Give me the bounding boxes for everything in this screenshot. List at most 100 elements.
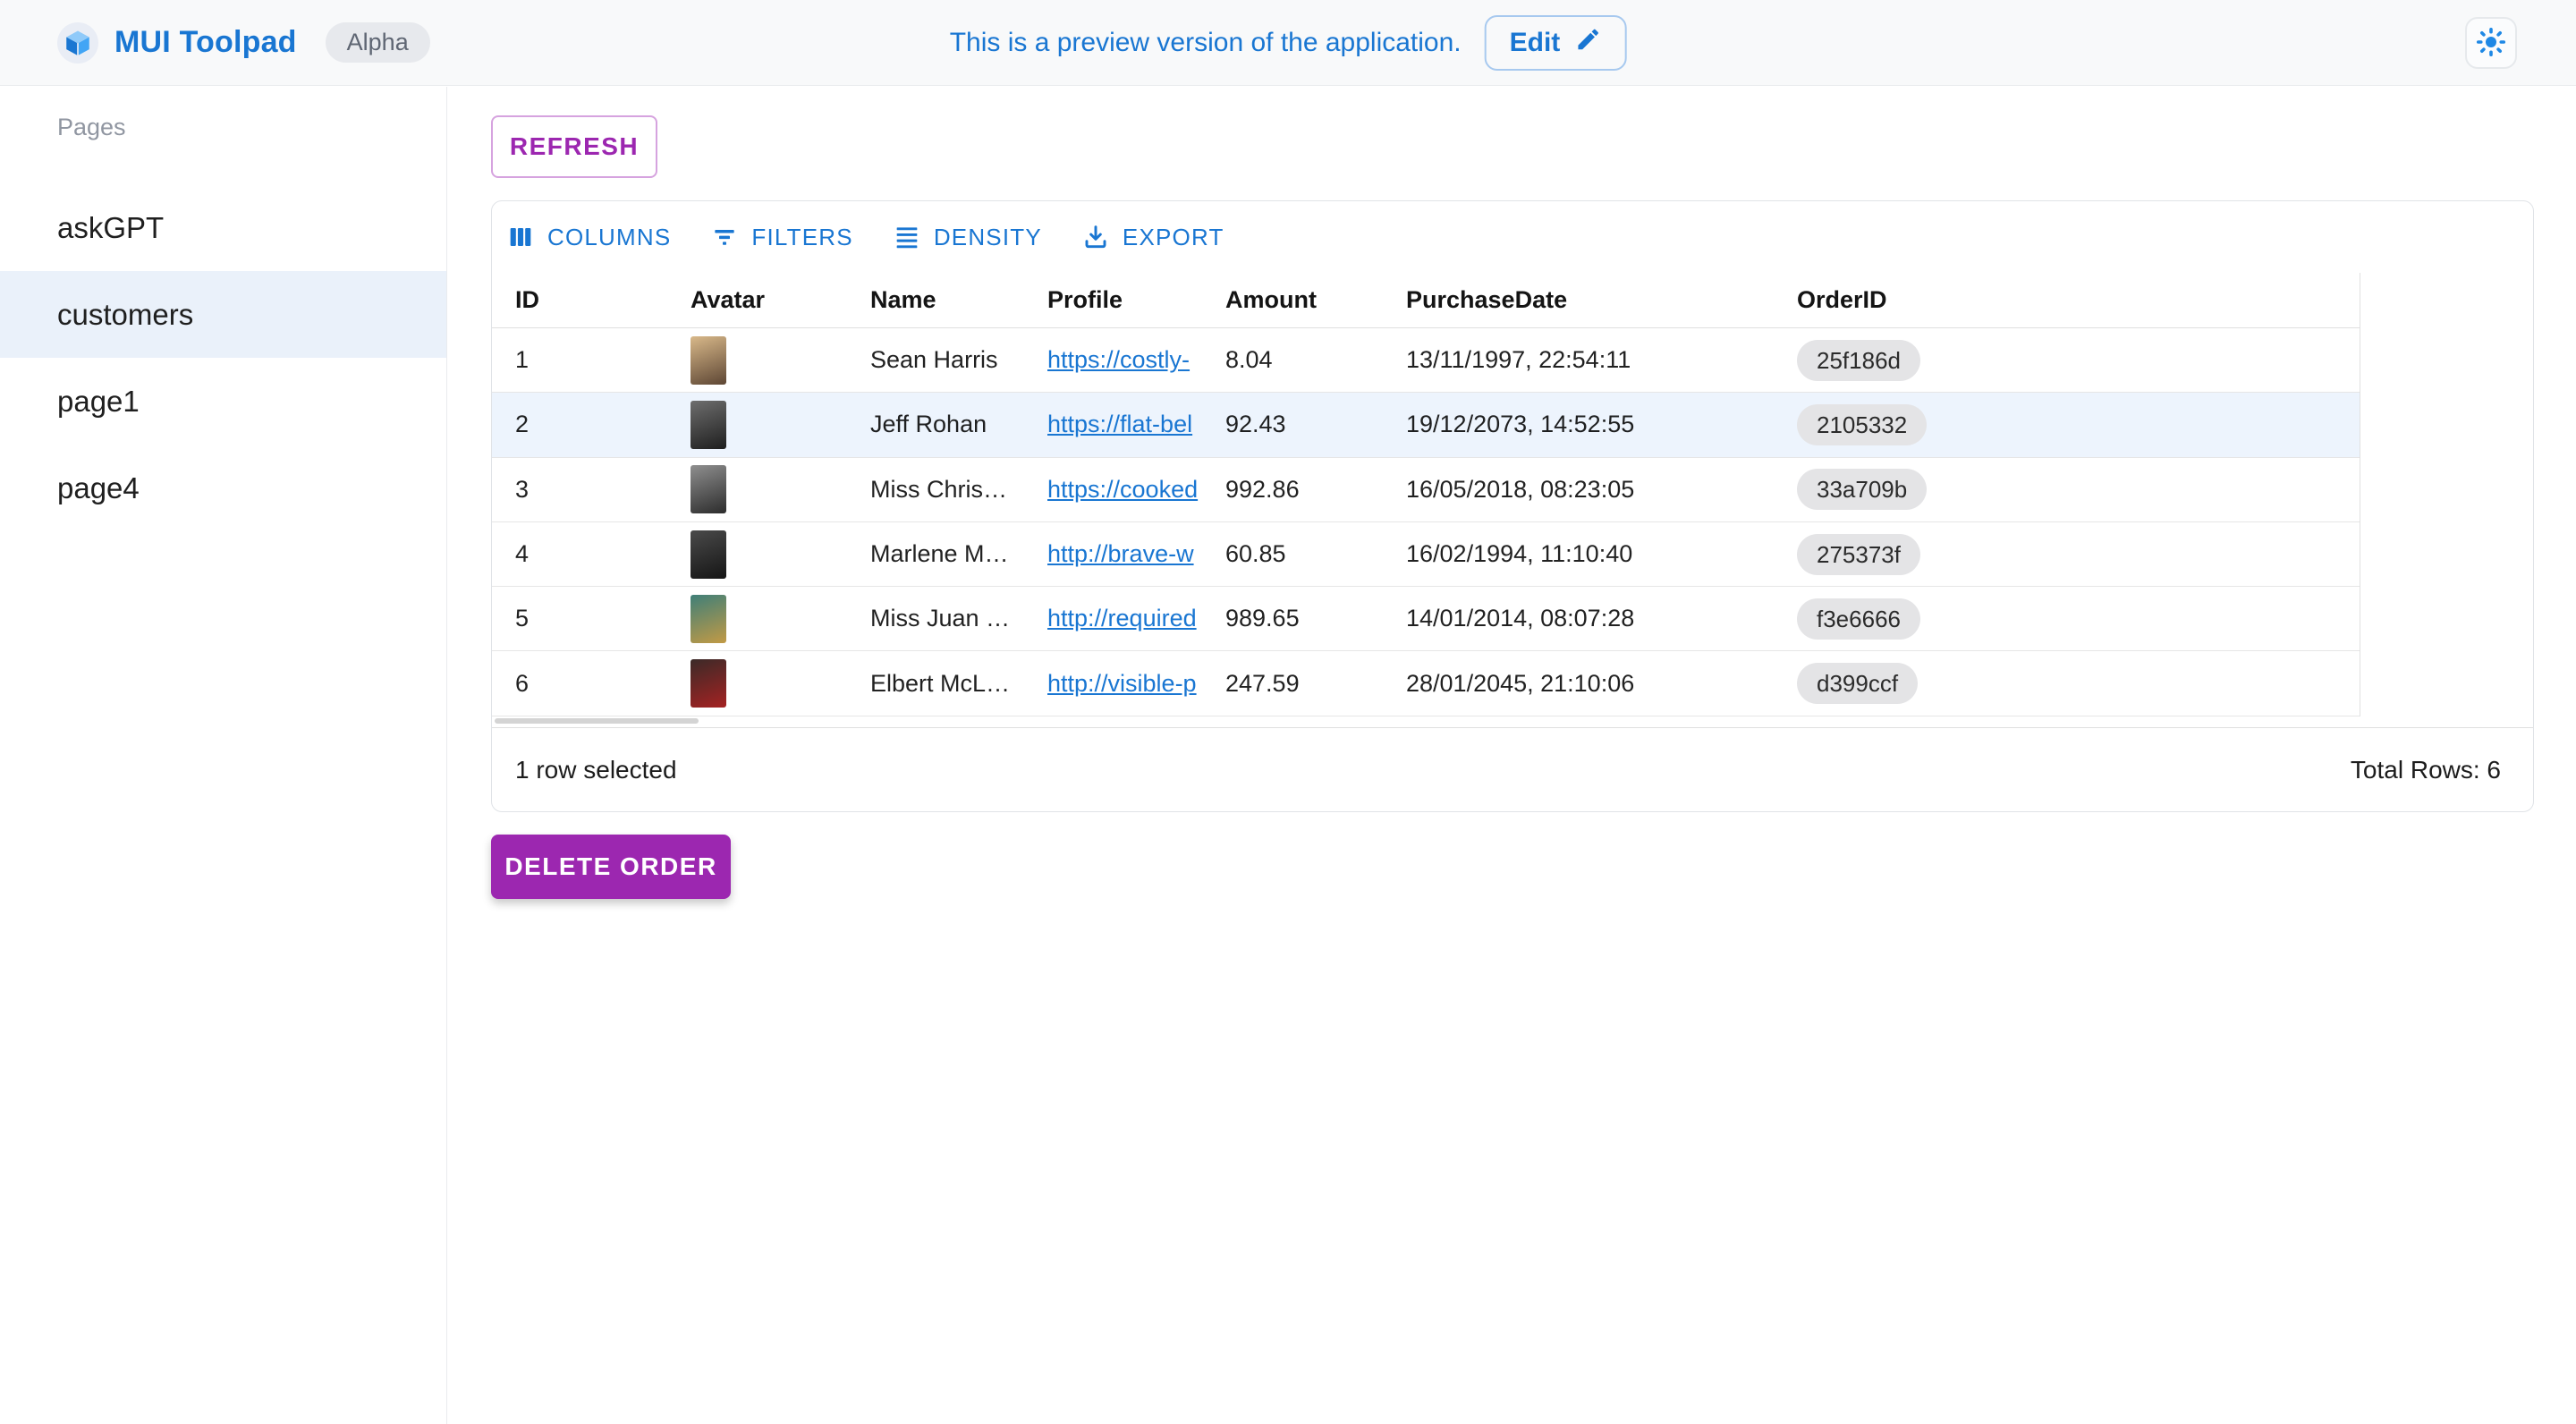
cell-profile: http://required [1024, 605, 1202, 632]
density-icon [893, 223, 921, 251]
table-row[interactable]: 1Sean Harrishttps://costly-8.0413/11/199… [492, 328, 2360, 393]
avatar-image [691, 401, 726, 449]
theme-toggle-button[interactable] [2465, 17, 2517, 69]
horizontal-scrollbar [492, 716, 2533, 727]
sidebar-item-page4[interactable]: page4 [0, 445, 446, 531]
order-id-chip: d399ccf [1797, 663, 1918, 704]
edit-button-label: Edit [1510, 28, 1561, 58]
order-id-chip: f3e6666 [1797, 598, 1920, 640]
cell-order-id: 33a709b [1774, 469, 2360, 510]
sun-icon [2475, 26, 2507, 61]
export-button[interactable]: EXPORT [1081, 223, 1224, 251]
profile-link[interactable]: https://cooked [1047, 476, 1202, 504]
cell-profile: https://flat-bel [1024, 411, 1202, 438]
avatar-image [691, 595, 726, 643]
cell-purchase-date: 19/12/2073, 14:52:55 [1383, 411, 1774, 438]
profile-link[interactable]: https://flat-bel [1047, 411, 1202, 438]
sidebar-item-askGPT[interactable]: askGPT [0, 184, 446, 271]
table-row[interactable]: 6 Elbert McL… http://visible-p247.5928/01/… [492, 651, 2360, 716]
table-row[interactable]: 3Miss Chris…https://cooked992.8616/05/20… [492, 458, 2360, 522]
columns-button[interactable]: COLUMNS [506, 223, 671, 251]
column-header-name[interactable]: Name [847, 286, 1024, 314]
order-id-chip: 33a709b [1797, 469, 1927, 510]
order-id-chip: 25f186d [1797, 340, 1920, 381]
app-title: MUI Toolpad [114, 25, 297, 60]
avatar-image [691, 659, 726, 708]
data-grid-panel: COLUMNS FILTERS DENSITY EXPORT IDAvatarName… [491, 200, 2534, 812]
filter-icon [710, 223, 739, 251]
profile-link[interactable]: http://visible-p [1047, 670, 1202, 698]
horizontal-scrollbar-thumb[interactable] [495, 718, 699, 724]
density-button[interactable]: DENSITY [893, 223, 1042, 251]
columns-icon [506, 223, 535, 251]
selection-status: 1 row selected [515, 756, 677, 784]
toolpad-logo-icon [57, 22, 98, 64]
cell-avatar [667, 401, 847, 449]
main-content: REFRESH COLUMNS FILTERS DENSITY EXPORT IDAv… [448, 87, 2576, 1424]
cell-profile: http://visible-p [1024, 670, 1202, 698]
edit-button[interactable]: Edit [1485, 15, 1627, 71]
cell-order-id: 275373f [1774, 534, 2360, 575]
sidebar-item-label: customers [57, 298, 193, 332]
cell-purchase-date: 16/02/1994, 11:10:40 [1383, 540, 1774, 568]
cell-name: Elbert McL… [847, 670, 1024, 698]
brand: MUI Toolpad Alpha [57, 22, 430, 64]
column-header-orderid[interactable]: OrderID [1774, 286, 2360, 314]
sidebar-section-label: Pages [57, 114, 446, 141]
profile-link[interactable]: http://brave-w [1047, 540, 1202, 568]
cell-order-id: 25f186d [1774, 340, 2360, 381]
sidebar-item-label: askGPT [57, 211, 164, 245]
total-rows-label: Total Rows: 6 [2351, 756, 2501, 784]
column-header-profile[interactable]: Profile [1024, 286, 1202, 314]
column-header-amount[interactable]: Amount [1202, 286, 1383, 314]
sidebar-item-label: page4 [57, 471, 140, 505]
cell-purchase-date: 13/11/1997, 22:54:11 [1383, 346, 1774, 374]
grid-body: IDAvatarNameProfileAmountPurchaseDateOrd… [492, 273, 2360, 716]
sidebar-item-customers[interactable]: customers [0, 271, 446, 358]
cell-amount: 92.43 [1202, 411, 1383, 438]
cell-id: 2 [492, 411, 667, 438]
cell-id: 6 [492, 670, 667, 698]
cell-profile: https://costly- [1024, 346, 1202, 374]
cell-avatar [667, 336, 847, 385]
grid-header-row: IDAvatarNameProfileAmountPurchaseDateOrd… [492, 273, 2360, 328]
app-bar: MUI Toolpad Alpha This is a preview vers… [0, 0, 2576, 86]
avatar-image [691, 465, 726, 513]
cell-avatar [667, 659, 847, 708]
grid-rows: 1Sean Harrishttps://costly-8.0413/11/199… [492, 328, 2360, 716]
pencil-icon [1574, 26, 1601, 60]
sidebar-item-page1[interactable]: page1 [0, 358, 446, 445]
cell-name: Miss Chris… [847, 476, 1024, 504]
avatar-image [691, 336, 726, 385]
filters-button[interactable]: FILTERS [710, 223, 852, 251]
toolbar-button-label: FILTERS [751, 224, 852, 251]
table-row[interactable]: 2Jeff Rohanhttps://flat-bel92.4319/12/20… [492, 393, 2360, 457]
cell-avatar [667, 465, 847, 513]
column-header-id[interactable]: ID [492, 286, 667, 314]
cell-amount: 989.65 [1202, 605, 1383, 632]
cell-amount: 8.04 [1202, 346, 1383, 374]
column-header-purchasedate[interactable]: PurchaseDate [1383, 286, 1774, 314]
cell-profile: https://cooked [1024, 476, 1202, 504]
table-row[interactable]: 4Marlene M…http://brave-w60.8516/02/1994… [492, 522, 2360, 587]
table-row[interactable]: 5Miss Juan …http://required989.6514/01/2… [492, 587, 2360, 651]
column-header-avatar[interactable]: Avatar [667, 286, 847, 314]
cell-purchase-date: 16/05/2018, 08:23:05 [1383, 476, 1774, 504]
toolbar-button-label: EXPORT [1123, 224, 1224, 251]
cell-amount: 247.59 [1202, 670, 1383, 698]
grid-footer: 1 row selected Total Rows: 6 [492, 727, 2533, 812]
cell-order-id: f3e6666 [1774, 598, 2360, 640]
delete-order-button[interactable]: DELETE ORDER [491, 835, 731, 899]
cell-purchase-date: 28/01/2045, 21:10:06 [1383, 670, 1774, 698]
alpha-badge: Alpha [326, 22, 430, 63]
cell-purchase-date: 14/01/2014, 08:07:28 [1383, 605, 1774, 632]
refresh-button[interactable]: REFRESH [491, 115, 657, 178]
profile-link[interactable]: https://costly- [1047, 346, 1202, 374]
cell-amount: 60.85 [1202, 540, 1383, 568]
sidebar-item-label: page1 [57, 385, 140, 419]
profile-link[interactable]: http://required [1047, 605, 1202, 632]
order-id-chip: 275373f [1797, 534, 1920, 575]
cell-id: 3 [492, 476, 667, 504]
toolbar-button-label: COLUMNS [547, 224, 671, 251]
cell-order-id: d399ccf [1774, 663, 2360, 704]
